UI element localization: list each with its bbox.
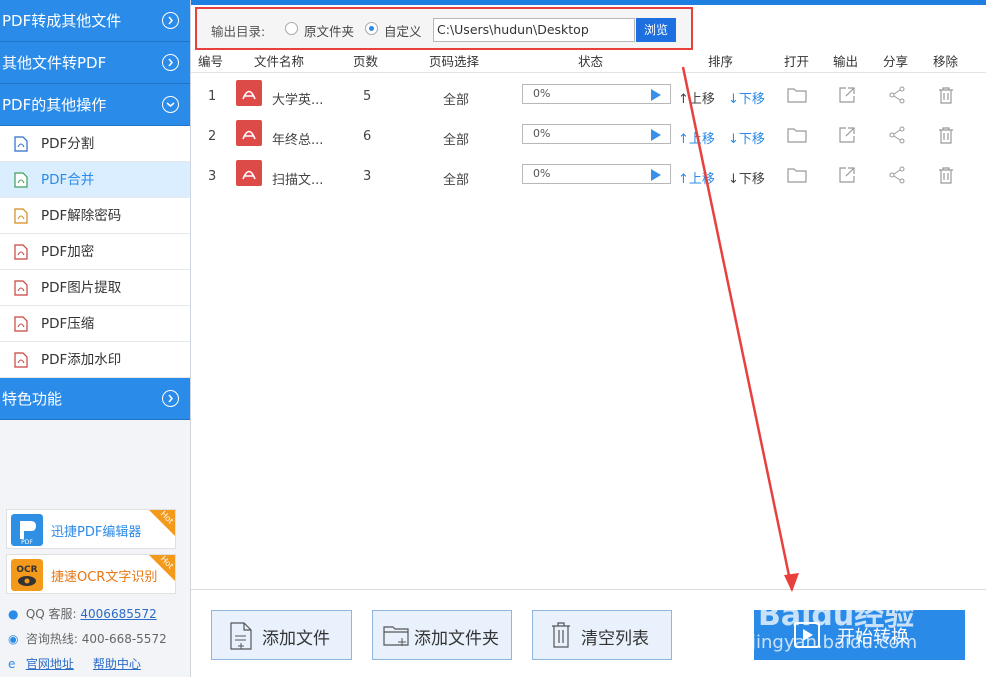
hotline-number: 400-668-5572 <box>81 632 167 646</box>
sidebar-category-pdf-other-ops[interactable]: PDF的其他操作 <box>0 84 190 126</box>
qq-support: ● QQ 客服: 4006685572 <box>8 605 157 623</box>
sidebar-item-label: PDF压缩 <box>41 316 95 332</box>
ie-icon: e <box>8 657 16 671</box>
annotation-arrow <box>681 66 799 592</box>
qq-icon: ● <box>8 607 19 621</box>
sidebar-item-label: PDF添加水印 <box>41 352 122 368</box>
website-link[interactable]: 官网地址 <box>26 657 74 671</box>
pdf-editor-logo-icon: PDF <box>11 514 43 546</box>
sidebar-item-pdf-image-extract[interactable]: PDF图片提取 <box>0 270 190 306</box>
sidebar-item-label: PDF解除密码 <box>41 208 122 224</box>
category-label: PDF的其他操作 <box>2 96 107 114</box>
sidebar-item-pdf-split[interactable]: PDF分割 <box>0 126 190 162</box>
sidebar-item-pdf-merge[interactable]: PDF合并 <box>0 162 190 198</box>
pdf-file-icon <box>14 208 28 224</box>
sidebar-category-other-to-pdf[interactable]: 其他文件转PDF <box>0 42 190 84</box>
promo-ocr[interactable]: OCR 捷速OCR文字识别 Hot <box>6 554 176 594</box>
pdf-file-icon <box>14 244 28 260</box>
help-center-link[interactable]: 帮助中心 <box>93 657 141 671</box>
pdf-file-icon <box>14 316 28 332</box>
sidebar-category-pdf-to-other[interactable]: PDF转成其他文件 <box>0 0 190 42</box>
ocr-logo-icon: OCR <box>11 559 43 591</box>
chevron-right-icon <box>162 390 179 407</box>
qq-label: QQ 客服: <box>25 607 77 621</box>
sidebar-item-label: PDF图片提取 <box>41 280 122 296</box>
app-window: PDF转成其他文件 其他文件转PDF PDF的其他操作 PDF分割 PDF合并 … <box>0 0 986 677</box>
sidebar: PDF转成其他文件 其他文件转PDF PDF的其他操作 PDF分割 PDF合并 … <box>0 0 191 677</box>
sidebar-item-pdf-encrypt[interactable]: PDF加密 <box>0 234 190 270</box>
svg-text:OCR: OCR <box>16 565 37 575</box>
hotline-label: 咨询热线: <box>25 632 78 646</box>
svg-text:PDF: PDF <box>21 539 33 546</box>
main-panel: 输出目录: 原文件夹 自定义 C:\Users\hudun\Desktop 浏览… <box>191 5 986 677</box>
headset-icon: ◉ <box>8 632 19 646</box>
hotline: ◉ 咨询热线: 400-668-5572 <box>8 630 167 648</box>
sidebar-item-pdf-unlock[interactable]: PDF解除密码 <box>0 198 190 234</box>
promo-label: 捷速OCR文字识别 <box>51 570 158 585</box>
sidebar-item-pdf-watermark[interactable]: PDF添加水印 <box>0 342 190 378</box>
sidebar-item-label: PDF合并 <box>41 172 95 188</box>
sidebar-item-pdf-compress[interactable]: PDF压缩 <box>0 306 190 342</box>
sidebar-category-special[interactable]: 特色功能 <box>0 378 190 420</box>
pdf-file-icon <box>14 172 28 188</box>
links-row: e 官网地址 帮助中心 <box>8 655 141 673</box>
qq-number-link[interactable]: 4006685572 <box>80 607 156 621</box>
pdf-file-icon <box>14 352 28 368</box>
sidebar-item-label: PDF加密 <box>41 244 95 260</box>
category-label: 特色功能 <box>2 390 63 408</box>
chevron-down-icon <box>162 96 179 113</box>
pdf-file-icon <box>14 136 28 152</box>
category-label: PDF转成其他文件 <box>2 12 122 30</box>
category-label: 其他文件转PDF <box>2 54 107 72</box>
promo-label: 迅捷PDF编辑器 <box>51 525 142 540</box>
chevron-right-icon <box>162 12 179 29</box>
sidebar-item-label: PDF分割 <box>41 136 95 152</box>
chevron-right-icon <box>162 54 179 71</box>
promo-pdf-editor[interactable]: PDF 迅捷PDF编辑器 Hot <box>6 509 176 549</box>
pdf-file-icon <box>14 280 28 296</box>
